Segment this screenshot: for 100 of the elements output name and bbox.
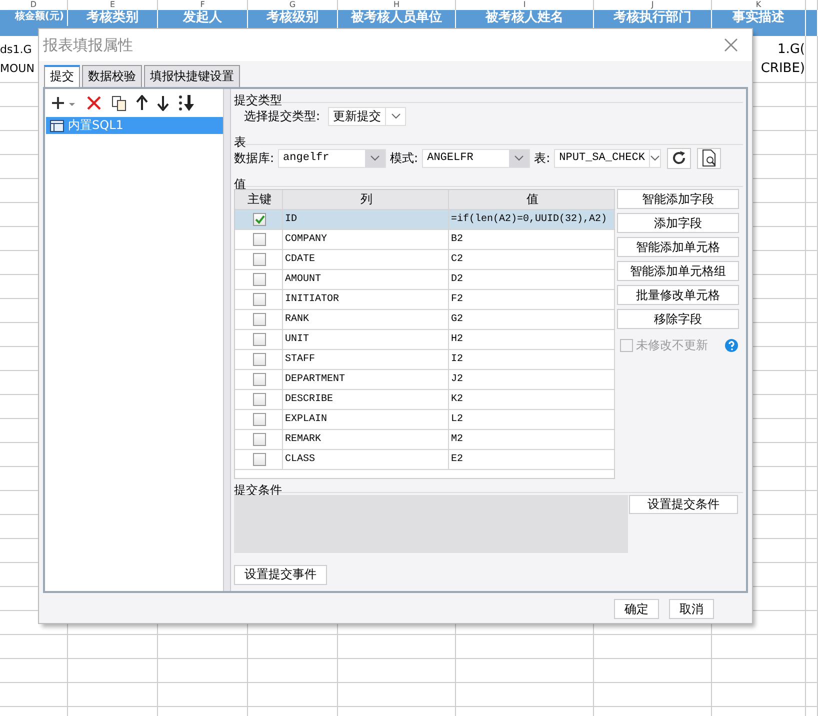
field-label: 选择提交类型: xyxy=(244,108,320,124)
table-cell: I2 xyxy=(451,354,464,365)
down-arrow-icon[interactable] xyxy=(157,95,169,111)
cell-text: MOUN xyxy=(0,61,34,77)
table-row[interactable]: CDATE C2 xyxy=(235,250,614,270)
chevron-down-icon xyxy=(650,155,660,161)
checkbox[interactable] xyxy=(253,333,266,346)
column-header: 考核级别 xyxy=(266,10,318,26)
action-button[interactable]: 智能添加单元格 xyxy=(617,237,739,257)
move-bottom-icon[interactable] xyxy=(178,94,196,112)
checkbox-label: 未修改不更新 xyxy=(636,337,708,354)
table-row[interactable]: REMARK M2 xyxy=(235,430,614,450)
table-row[interactable]: ID =if(len(A2)=0,UUID(32),A2) xyxy=(235,210,614,230)
table-cell: DESCRIBE xyxy=(285,394,334,405)
column-header: 核金额(元) xyxy=(14,10,64,24)
table-cell: RANK xyxy=(285,314,310,325)
window-title: 报表填报属性 xyxy=(43,36,133,54)
preview-button[interactable] xyxy=(697,148,722,168)
table-cell: L2 xyxy=(451,414,464,425)
table-cell: UNIT xyxy=(285,334,310,345)
column-header: 被考核人姓名 xyxy=(486,10,564,26)
section-title: 提交类型 xyxy=(234,93,282,107)
checkbox[interactable] xyxy=(253,293,266,306)
action-button[interactable]: 批量修改单元格 xyxy=(617,285,739,305)
checkbox[interactable] xyxy=(253,453,266,466)
table-cell: H2 xyxy=(451,334,464,345)
column-header: 事实描述 xyxy=(732,10,784,26)
table-row[interactable]: STAFF I2 xyxy=(235,350,614,370)
column-header: 考核执行部门 xyxy=(614,10,692,26)
table-row[interactable]: DESCRIBE K2 xyxy=(235,390,614,410)
table-cell: CDATE xyxy=(285,254,316,265)
section-title: 值 xyxy=(234,177,246,191)
action-button[interactable]: 智能添加单元格组 xyxy=(617,261,739,281)
dialog-button[interactable]: 取消 xyxy=(669,599,714,619)
table-cell: ID xyxy=(285,214,298,225)
type-dropdown[interactable]: 更新提交 xyxy=(328,106,406,126)
table-row[interactable]: INITIATOR F2 xyxy=(235,290,614,310)
table-cell: C2 xyxy=(451,254,464,265)
table-icon xyxy=(50,120,64,132)
table-cell: D2 xyxy=(451,274,464,285)
table-cell: M2 xyxy=(451,434,464,445)
action-button[interactable]: 添加字段 xyxy=(617,213,739,233)
check-icon xyxy=(254,215,264,224)
table-dropdown[interactable]: NPUT_SA_CHECK xyxy=(554,148,662,168)
table-row[interactable]: CLASS E2 xyxy=(235,450,614,470)
add-dropdown-icon[interactable] xyxy=(51,95,77,111)
database-dropdown[interactable]: angelfr xyxy=(278,148,386,168)
checkbox[interactable] xyxy=(253,273,266,286)
column-header: 主键 xyxy=(235,190,283,209)
up-arrow-icon[interactable] xyxy=(136,95,148,111)
table-row[interactable]: COMPANY B2 xyxy=(235,230,614,250)
checkbox[interactable] xyxy=(253,373,266,386)
table-cell: K2 xyxy=(451,394,464,405)
schema-dropdown[interactable]: ANGELFR xyxy=(422,148,530,168)
table-row[interactable]: UNIT H2 xyxy=(235,330,614,350)
splitter-handle[interactable] xyxy=(224,89,231,591)
dialog-button[interactable]: 确定 xyxy=(614,599,659,619)
table-cell: F2 xyxy=(451,294,464,305)
table-row[interactable]: DEPARTMENT J2 xyxy=(235,370,614,390)
table-cell: COMPANY xyxy=(285,234,328,245)
close-icon[interactable] xyxy=(724,38,738,52)
table-cell: REMARK xyxy=(285,434,322,445)
checkbox[interactable] xyxy=(253,353,266,366)
table-cell: E2 xyxy=(451,454,464,465)
chevron-down-icon xyxy=(514,155,524,161)
checkbox[interactable] xyxy=(253,213,266,226)
cell-text: 1.G( xyxy=(777,41,805,59)
help-icon[interactable] xyxy=(725,339,738,352)
tab[interactable]: 数据校验 xyxy=(82,65,142,87)
checkbox[interactable] xyxy=(253,253,266,266)
column-header: 值 xyxy=(449,190,615,209)
field-label: 模式: xyxy=(390,150,418,166)
column-header: 列 xyxy=(283,190,449,209)
table-cell: B2 xyxy=(451,234,464,245)
checkbox[interactable] xyxy=(253,433,266,446)
tab[interactable]: 提交 xyxy=(44,65,80,87)
column-header: 发起人 xyxy=(183,10,222,26)
table-row[interactable]: RANK G2 xyxy=(235,310,614,330)
event-button[interactable]: 设置提交事件 xyxy=(234,564,327,584)
chevron-down-icon xyxy=(390,113,401,119)
refresh-button[interactable] xyxy=(667,148,692,168)
table-cell: INITIATOR xyxy=(285,294,340,305)
column-header: 被考核人员单位 xyxy=(351,10,442,26)
copy-icon[interactable] xyxy=(111,95,127,111)
refresh-icon xyxy=(671,150,688,166)
delete-icon[interactable] xyxy=(86,95,102,111)
tab[interactable]: 填报快捷键设置 xyxy=(144,65,240,87)
checkbox[interactable] xyxy=(253,393,266,406)
checkbox[interactable] xyxy=(253,413,266,426)
checkbox[interactable] xyxy=(253,313,266,326)
table-row[interactable]: AMOUNT D2 xyxy=(235,270,614,290)
table-cell: CLASS xyxy=(285,454,316,465)
table-row[interactable]: EXPLAIN L2 xyxy=(235,410,614,430)
checkbox[interactable] xyxy=(253,233,266,246)
condition-button[interactable]: 设置提交条件 xyxy=(629,495,738,514)
chevron-down-icon xyxy=(370,155,380,161)
action-button[interactable]: 智能添加字段 xyxy=(617,189,739,209)
condition-field[interactable] xyxy=(234,495,628,553)
action-button[interactable]: 移除字段 xyxy=(617,309,739,329)
table-cell: AMOUNT xyxy=(285,274,322,285)
